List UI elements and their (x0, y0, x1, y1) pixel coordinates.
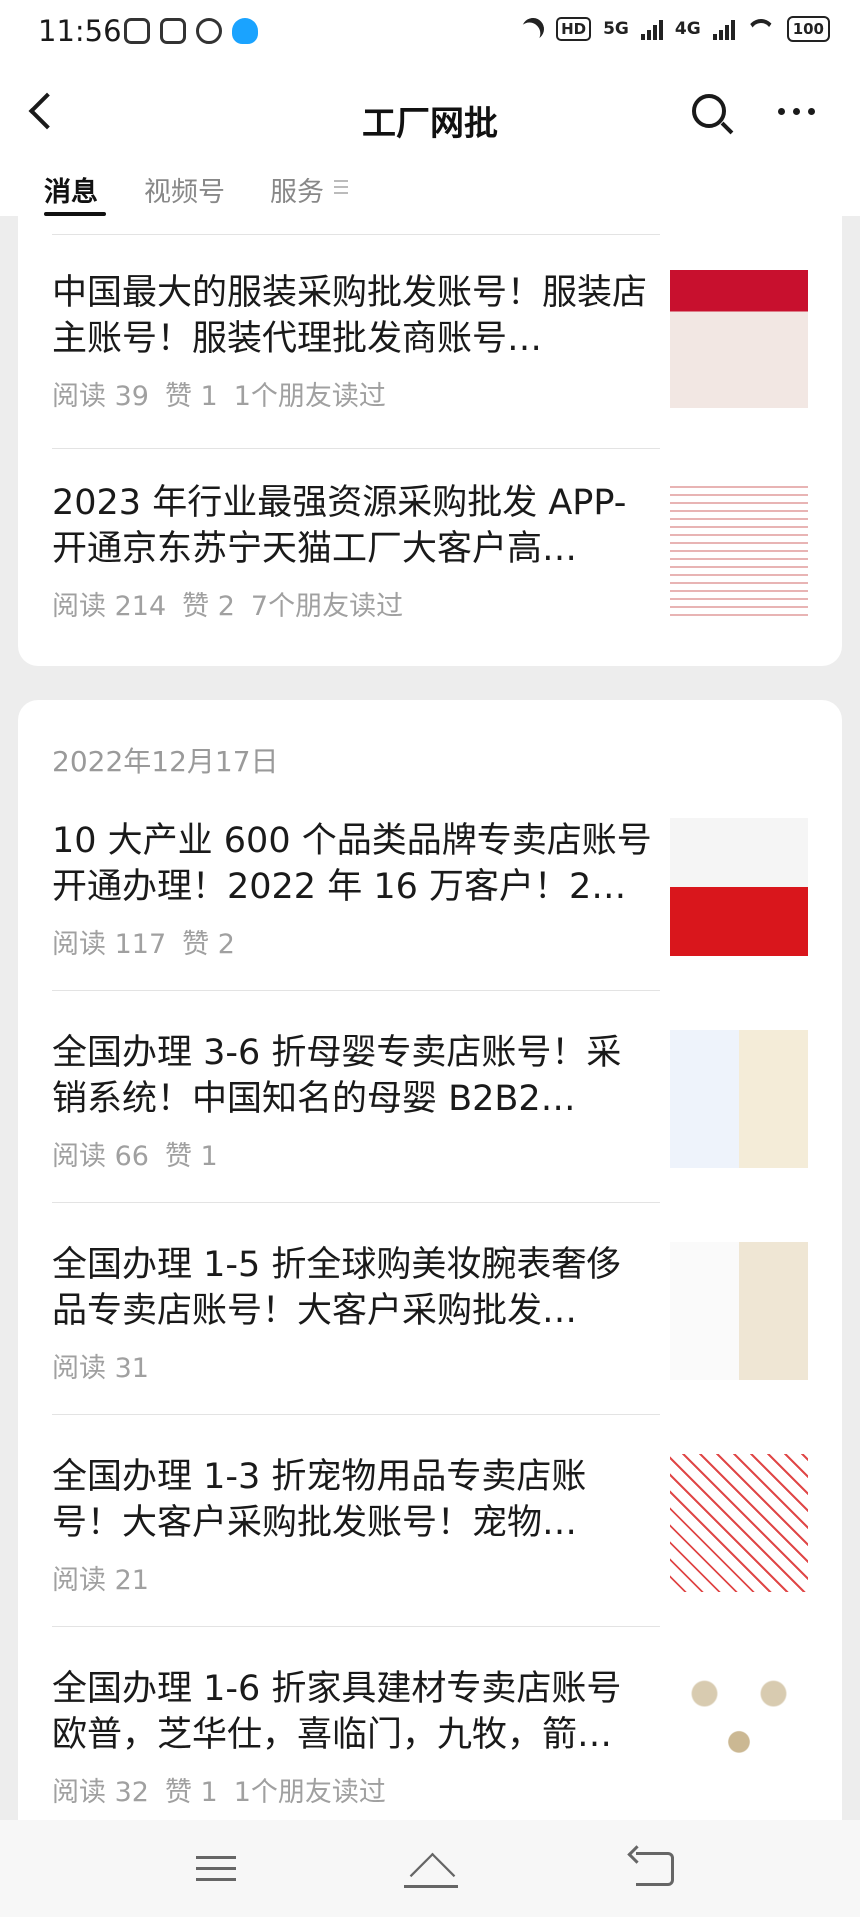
like-count: 赞 1 (164, 1777, 218, 1808)
status-time: 11:56 (38, 14, 122, 48)
signal-bars-icon (712, 18, 735, 40)
more-dots-icon[interactable] (778, 108, 815, 115)
read-count: 阅读 32 (52, 1777, 149, 1808)
home-icon[interactable] (404, 1852, 458, 1899)
article-item[interactable]: 全国办理 3-6 折母婴专卖店账号！采销系统！中国知名的母婴 B2B2… 阅读 … (18, 1030, 842, 1240)
signal-4g-label: 4G (674, 19, 701, 39)
article-title: 全国办理 1-6 折家具建材专卖店账号欧普，芝华仕，喜临门，九牧，箭… (52, 1669, 622, 1755)
message-card: 2022年12月17日 10 大产业 600 个品类品牌专卖店账号开通办理！20… (18, 700, 842, 1820)
article-title: 全国办理 1-3 折宠物用品专卖店账号！大客户采购批发账号！宠物… (52, 1457, 587, 1543)
article-stats: 阅读 117 赞 2 (52, 922, 235, 961)
friends-read: 1个朋友读过 (233, 1777, 386, 1808)
article-stats: 阅读 32 赞 1 1个朋友读过 (52, 1770, 386, 1809)
like-count: 赞 2 (182, 929, 235, 960)
article-stats: 阅读 66 赞 1 (52, 1134, 218, 1173)
like-count: 赞 2 (182, 591, 235, 622)
submenu-icon (334, 180, 348, 194)
system-nav-bar (0, 1820, 860, 1917)
top-nav-bar: 工厂网批 (0, 66, 860, 170)
divider (52, 1626, 660, 1627)
divider (52, 448, 660, 449)
article-item[interactable]: 10 大产业 600 个品类品牌专卖店账号开通办理！2022 年 16 万客户！… (18, 818, 842, 1028)
app-notification-icon (124, 18, 150, 44)
battery-indicator: 100 (786, 16, 830, 42)
moon-icon (519, 15, 547, 43)
hd-badge: HD (556, 17, 592, 41)
article-title: 2023 年行业最强资源采购批发 APP-开通京东苏宁天猫工厂大客户高… (52, 483, 627, 569)
app-notification-icon (160, 18, 186, 44)
article-thumbnail (670, 1242, 808, 1380)
status-indicators: HD 5G 4G 100 (522, 16, 830, 42)
date-label: 2022年12月17日 (52, 745, 279, 778)
wechat-icon (196, 18, 222, 44)
message-card: 中国最大的服装采购批发账号！服装店主账号！服装代理批发商账号… 阅读 39 赞 … (18, 216, 842, 666)
divider (52, 990, 660, 991)
read-count: 阅读 117 (52, 929, 167, 960)
article-thumbnail (670, 1030, 808, 1168)
read-count: 阅读 31 (52, 1353, 149, 1384)
friends-read: 7个朋友读过 (250, 591, 404, 622)
article-item[interactable]: 全国办理 1-5 折全球购美妆腕表奢侈品专卖店账号！大客户采购批发… 阅读 31 (18, 1242, 842, 1452)
article-thumbnail (670, 1666, 808, 1804)
read-count: 阅读 66 (52, 1141, 149, 1172)
tab-services[interactable]: 服务 (270, 170, 324, 209)
like-count: 赞 1 (164, 381, 218, 412)
read-count: 阅读 39 (52, 381, 149, 412)
signal-bars-icon (640, 18, 663, 40)
article-thumbnail (670, 480, 808, 618)
status-bar: 11:56 HD 5G 4G 100 (0, 0, 860, 66)
article-thumbnail (670, 1454, 808, 1592)
article-stats: 阅读 31 (52, 1346, 149, 1385)
menu-icon[interactable] (196, 1856, 236, 1881)
article-title: 10 大产业 600 个品类品牌专卖店账号开通办理！2022 年 16 万客户！… (52, 821, 652, 907)
article-stats: 阅读 21 (52, 1558, 149, 1597)
divider (52, 1414, 660, 1415)
article-stats: 阅读 214 赞 2 7个朋友读过 (52, 584, 403, 623)
back-icon[interactable] (636, 1852, 674, 1886)
divider (52, 1202, 660, 1203)
read-count: 阅读 21 (52, 1565, 149, 1596)
article-title: 中国最大的服装采购批发账号！服装店主账号！服装代理批发商账号… (52, 273, 648, 359)
like-count: 赞 1 (164, 1141, 218, 1172)
page-title: 工厂网批 (362, 104, 498, 144)
wifi-icon (746, 19, 775, 39)
article-title: 全国办理 3-6 折母婴专卖店账号！采销系统！中国知名的母婴 B2B2… (52, 1033, 622, 1119)
read-count: 阅读 214 (52, 591, 167, 622)
tab-channels[interactable]: 视频号 (144, 170, 225, 209)
signal-5g-label: 5G (603, 19, 629, 39)
article-item[interactable]: 2023 年行业最强资源采购批发 APP-开通京东苏宁天猫工厂大客户高… 阅读 … (18, 480, 842, 690)
article-title: 全国办理 1-5 折全球购美妆腕表奢侈品专卖店账号！大客户采购批发… (52, 1245, 622, 1331)
divider (52, 234, 660, 235)
article-item[interactable]: 全国办理 1-3 折宠物用品专卖店账号！大客户采购批发账号！宠物… 阅读 21 (18, 1454, 842, 1664)
qq-icon (232, 18, 258, 44)
article-stats: 阅读 39 赞 1 1个朋友读过 (52, 374, 386, 413)
friends-read: 1个朋友读过 (233, 381, 386, 412)
tab-messages[interactable]: 消息 (44, 170, 98, 209)
article-thumbnail (670, 270, 808, 408)
notification-icons (124, 18, 258, 44)
article-thumbnail (670, 818, 808, 956)
search-icon[interactable] (692, 94, 726, 128)
tab-bar: 消息 视频号 服务 (0, 170, 860, 216)
